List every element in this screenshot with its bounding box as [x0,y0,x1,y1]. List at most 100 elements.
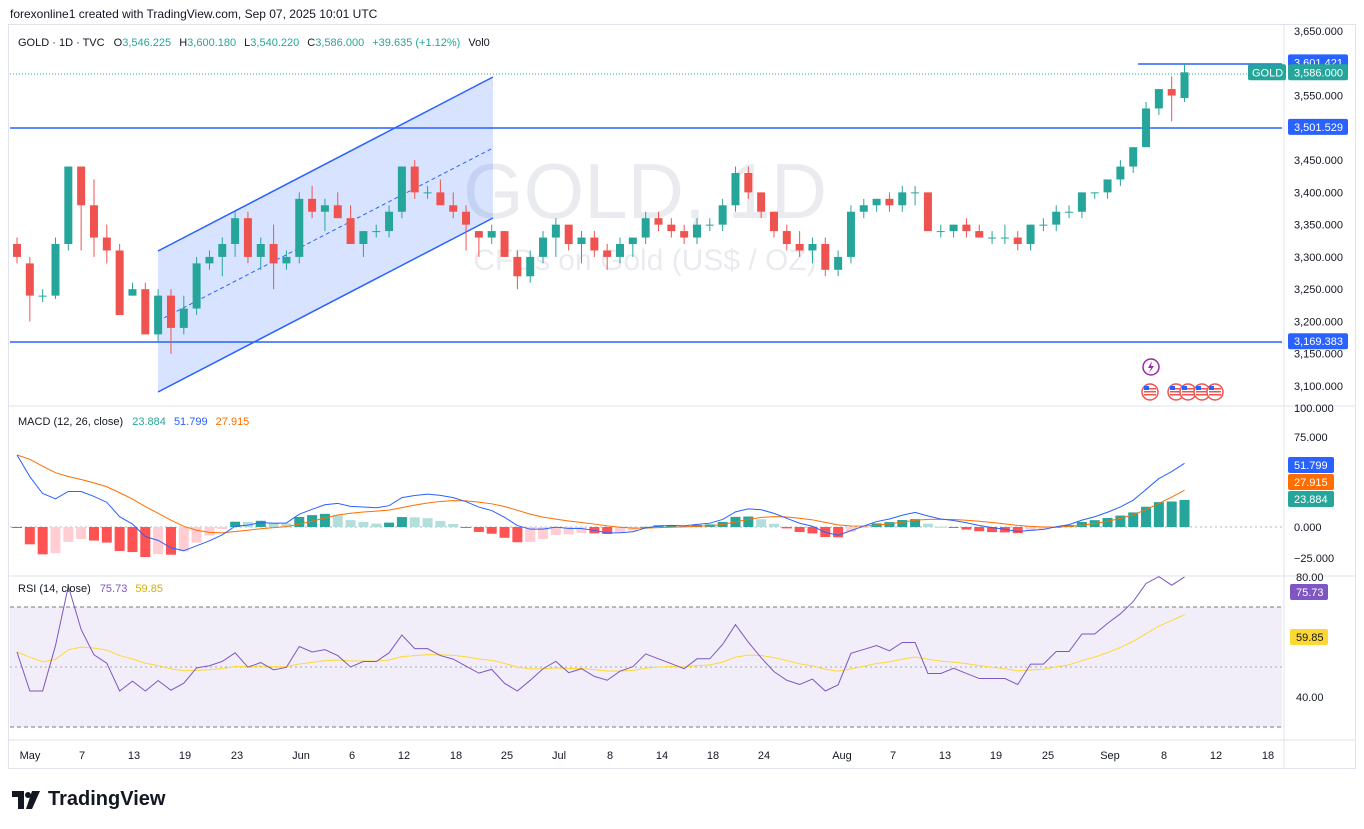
macd-legend: MACD (12, 26, close) 23.884 51.799 27.91… [18,416,249,428]
macd-hist-bar [435,520,446,527]
candle-body [397,166,406,212]
candle-body [975,231,984,238]
candle-body [308,198,317,212]
us-flag-events[interactable] [1141,383,1224,401]
candle-body [757,192,766,212]
tradingview-logo[interactable]: TradingView [12,788,165,811]
events[interactable] [1141,358,1224,401]
macd-hist-bar [101,527,112,543]
legend-h-label: H [179,37,187,49]
tradingview-logo-icon [12,790,40,809]
time-axis-label: 14 [656,750,668,762]
candle-body [243,218,252,257]
rsi-title: RSI (14, close) [18,583,91,595]
candle-body [462,211,471,225]
price-axis-label: 3,250.000 [1294,284,1343,296]
macd-hist-bar [768,523,779,527]
candle-body [808,244,817,251]
brand-name: TradingView [48,788,166,810]
candle-body [38,295,47,297]
candle-body [1052,211,1061,225]
candle-body [551,224,560,238]
macd-tag: 23.884 [1294,494,1328,506]
time-axis-label: 25 [501,750,513,762]
macd-hist-bar [1179,499,1190,527]
macd-hist-bar [743,516,754,527]
time-axis-label: 12 [398,750,410,762]
macd-axis-label: 75.000 [1294,432,1328,444]
macd-hist-bar [371,523,382,527]
time-axis-label: 19 [179,750,191,762]
macd-hist-bar [499,527,510,538]
rsi-value: 75.73 [100,583,128,595]
candle-body [577,237,586,244]
candle-body [141,289,150,335]
chart-canvas[interactable]: GOLD, 1D CFDs on Gold (US$ / OZ) GOLD · … [0,0,1364,829]
macd-hist-bar [576,527,587,534]
macd-hist-bar [358,522,369,527]
macd-hist-bar [461,527,472,528]
candle-body [372,231,381,233]
macd-pane[interactable]: MACD (12, 26, close) 23.884 51.799 27.91… [10,416,1282,558]
time-axis-label: 25 [1042,750,1054,762]
us-flag-icon[interactable] [1206,383,1224,401]
candle-body [1039,224,1048,226]
candle-body [1077,192,1086,212]
price-tag: 3,501.529 [1294,122,1343,134]
candle-body [564,224,573,244]
legend-open: 3,546.225 [122,37,171,49]
candle-body [1026,224,1035,244]
rsi-pane[interactable]: RSI (14, close) 75.73 59.85 [10,576,1282,728]
macd-hist-bar [319,513,330,527]
candle-body [885,198,894,206]
candle-body [128,289,137,296]
rsi-axis[interactable]: 80.00 40.00 75.73 59.85 [1290,572,1328,704]
price-pane[interactable]: GOLD, 1D CFDs on Gold (US$ / OZ) [10,63,1282,393]
us-flag-icon[interactable] [1141,383,1159,401]
time-axis-label: May [20,750,41,762]
watermark-subtitle: CFDs on Gold (US$ / OZ) [473,244,816,277]
candle-body [692,224,701,238]
regression-channel[interactable] [158,77,493,392]
candle-body [949,224,958,232]
rsi-legend: RSI (14, close) 75.73 59.85 [18,583,163,595]
time-axis[interactable]: May 7 13 19 23 Jun 6 12 18 25 Jul 8 14 18 24 Aug 7 13 19 25… [20,750,1275,762]
macd-axis[interactable]: 100.00075.00025.0000.000−25.00051.79927.… [1288,403,1334,565]
candle-body [795,244,804,251]
macd-hist-bar [1012,527,1023,534]
macd-hist-bar [50,527,61,554]
candle-body [1065,211,1074,213]
candle-body [731,173,740,206]
candle-body [13,244,21,257]
macd-signal-line [16,454,1185,534]
time-axis-label: 19 [990,750,1002,762]
candle-body [282,256,291,264]
rsi-ma-value: 59.85 [135,583,163,595]
candle-body [295,198,304,257]
time-axis-label: 8 [607,750,613,762]
price-axis-label: 3,450.000 [1294,155,1343,167]
candle-body [154,295,163,335]
macd-hist-bar [473,527,484,532]
candle-body [898,192,907,206]
candle-body [834,256,843,270]
candle-body [744,173,753,193]
candle-body [487,231,496,238]
legend-low: 3,540.220 [250,37,299,49]
svg-text:GOLD · 1D · TVC O3,546.2: GOLD · 1D · TVC O3,546.225 H3,600.180 L3… [18,37,490,49]
candle-body [1090,192,1099,194]
macd-hist-bar [974,527,985,532]
macd-hist-bar [756,519,767,527]
candle-body [500,231,509,257]
macd-hist-bar [127,527,138,553]
macd-hist-bar [217,527,228,530]
price-axis-label: 3,650.000 [1294,26,1343,38]
candle-body [1116,166,1125,180]
candle-body [628,237,637,244]
macd-axis-label: 0.000 [1294,522,1322,534]
legend-symbol: GOLD · 1D · TVC [18,37,105,49]
macd-hist-bar [897,520,908,527]
time-axis-label: 18 [707,750,719,762]
macd-hist-bar [1166,501,1177,527]
macd-hist-bar [833,527,844,538]
